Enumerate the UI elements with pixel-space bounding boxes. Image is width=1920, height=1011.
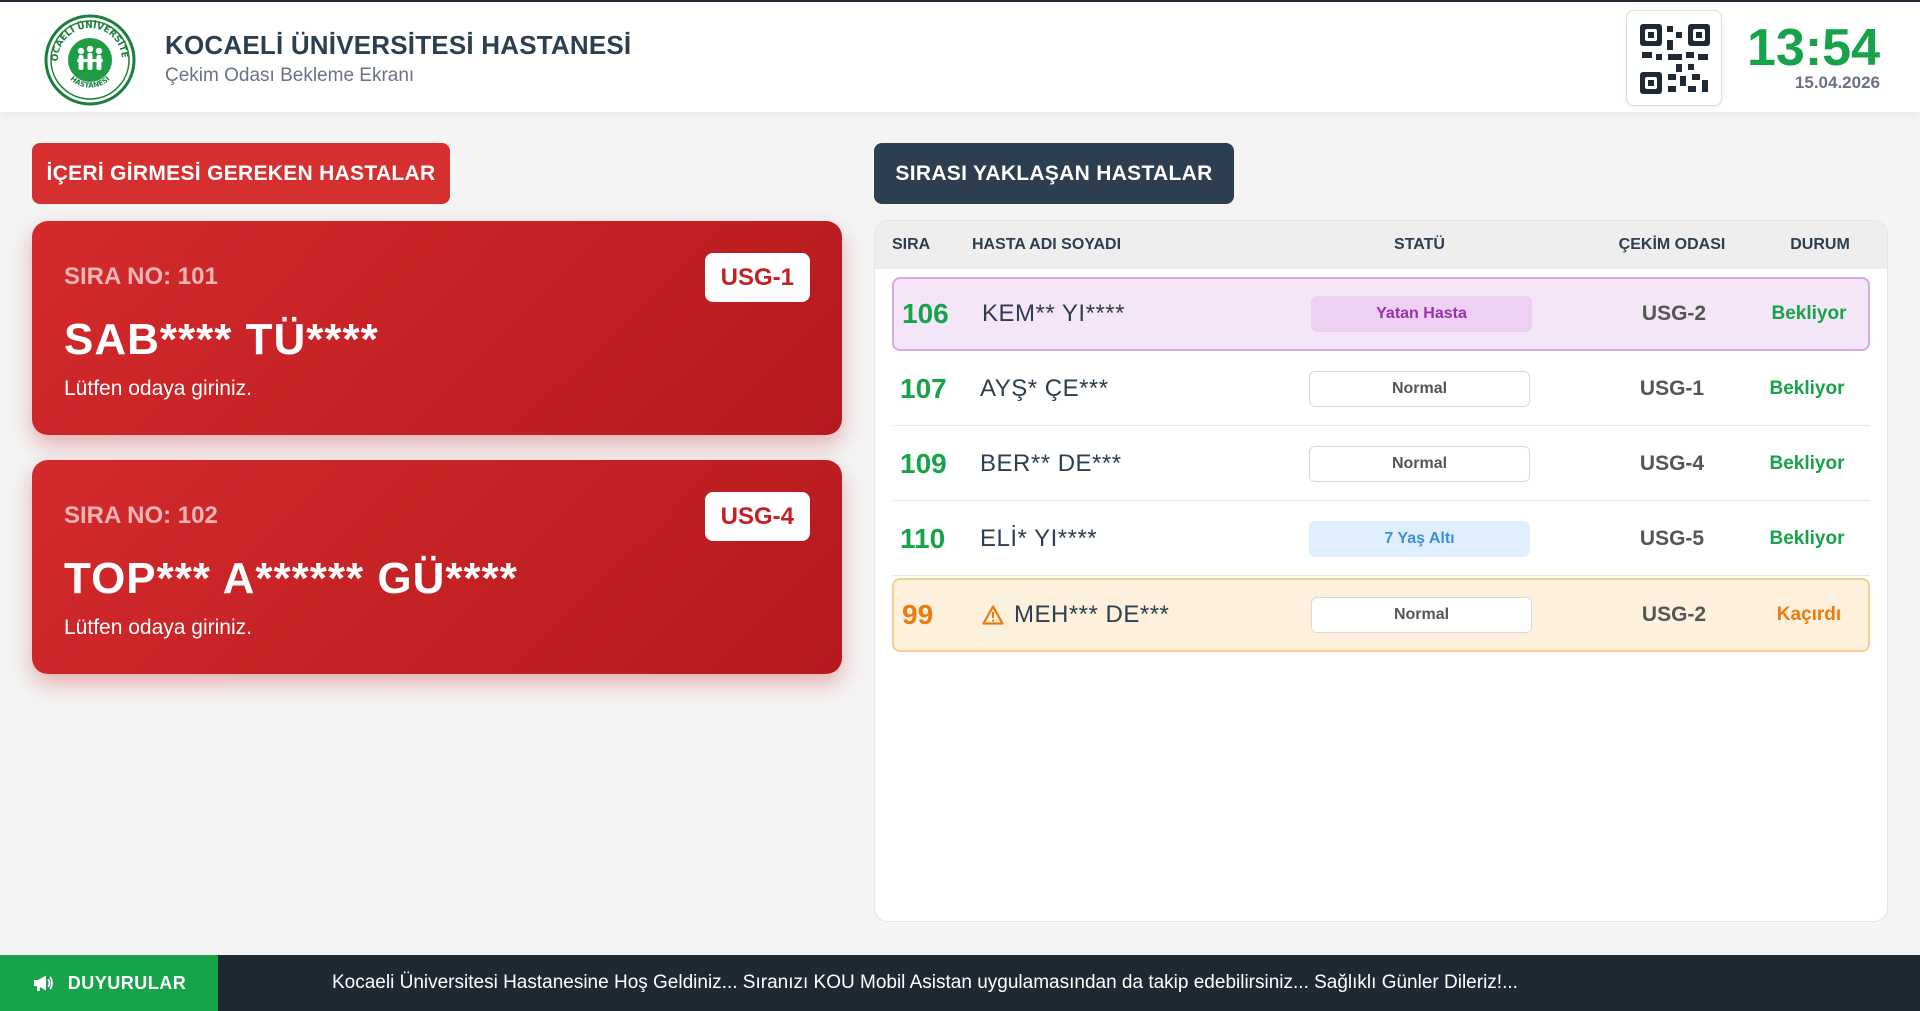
row-room: USG-4 bbox=[1639, 451, 1705, 475]
hospital-title: KOCAELİ ÜNİVERSİTESİ HASTANESİ bbox=[165, 30, 632, 60]
row-queue-number: 99 bbox=[902, 599, 934, 630]
table-row: 106 KEM** YI**** Yatan Hasta USG-2 Bekli… bbox=[892, 277, 1870, 351]
screen-subtitle: Çekim Odası Bekleme Ekranı bbox=[165, 65, 415, 86]
row-state: Bekliyor bbox=[1769, 452, 1845, 474]
queue-number: SIRA NO: 102 bbox=[64, 502, 218, 529]
row-queue-number: 110 bbox=[900, 522, 946, 554]
upcoming-patients-table: SIRA HASTA ADI SOYADI STATÜ ÇEKİM ODASI … bbox=[874, 220, 1888, 922]
clock-date: 15.04.2026 bbox=[1794, 73, 1880, 92]
row-patient-name: ELİ* YI**** bbox=[980, 524, 1098, 552]
table-row: 99 MEH*** DE*** Normal USG-2 Kaçırdı bbox=[892, 578, 1870, 652]
row-status-badge: Normal bbox=[1309, 445, 1530, 482]
row-patient-name-cell: MEH*** DE*** bbox=[982, 580, 1169, 650]
patient-name: SAB**** TÜ**** bbox=[64, 315, 379, 364]
upcoming-patients-title: SIRASI YAKLAŞAN HASTALAR bbox=[874, 143, 1234, 204]
row-status-badge: 7 Yaş Altı bbox=[1309, 520, 1530, 557]
clock-time: 13:54 bbox=[1747, 19, 1880, 77]
patient-name: TOP*** A****** GÜ**** bbox=[64, 554, 518, 603]
row-room: USG-2 bbox=[1641, 302, 1707, 325]
announcements-label: DUYURULAR bbox=[0, 955, 218, 1011]
table-header: SIRA HASTA ADI SOYADI STATÜ ÇEKİM ODASI … bbox=[875, 221, 1887, 269]
row-room: USG-5 bbox=[1639, 526, 1705, 550]
called-patients-title: İÇERİ GİRMESİ GEREKEN HASTALAR bbox=[32, 143, 450, 204]
row-room: USG-2 bbox=[1641, 603, 1707, 626]
row-status-badge: Normal bbox=[1311, 597, 1532, 633]
hospital-logo-icon: KOCAELİ ÜNİVERSİTESİ HASTANESİ bbox=[41, 6, 136, 106]
row-state: Kaçırdı bbox=[1776, 604, 1842, 625]
called-patient-card: SIRA NO: 101 USG-1 SAB**** TÜ**** Lütfen… bbox=[32, 221, 842, 435]
announcements-label-text: DUYURULAR bbox=[67, 972, 187, 993]
table-row: 110 ELİ* YI**** 7 Yaş Altı USG-5 Bekliyo… bbox=[892, 502, 1870, 576]
row-queue-number: 107 bbox=[900, 372, 947, 404]
row-status-badge: Normal bbox=[1309, 370, 1530, 407]
column-header-name: HASTA ADI SOYADI bbox=[972, 236, 1122, 253]
row-patient-name: AYŞ* ÇE*** bbox=[980, 374, 1109, 402]
warning-icon bbox=[982, 605, 1004, 625]
enter-room-message: Lütfen odaya giriniz. bbox=[64, 616, 252, 639]
row-state: Bekliyor bbox=[1769, 377, 1845, 399]
megaphone-icon bbox=[32, 974, 54, 992]
table-row: 109 BER** DE*** Normal USG-4 Bekliyor bbox=[892, 427, 1870, 501]
column-header-room: ÇEKİM ODASI bbox=[1618, 236, 1726, 253]
row-room: USG-1 bbox=[1639, 376, 1705, 400]
column-header-status: STATÜ bbox=[1394, 236, 1445, 253]
row-state: Bekliyor bbox=[1771, 303, 1847, 324]
row-state: Bekliyor bbox=[1769, 527, 1845, 549]
table-row: 107 AYŞ* ÇE*** Normal USG-1 Bekliyor bbox=[892, 352, 1870, 426]
column-header-sira: SIRA bbox=[892, 236, 931, 253]
row-queue-number: 109 bbox=[900, 447, 947, 479]
announcement-ticker: Kocaeli Üniversitesi Hastanesine Hoş Gel… bbox=[332, 972, 1518, 993]
announcements-bar: DUYURULAR Kocaeli Üniversitesi Hastanesi… bbox=[0, 955, 1920, 1011]
column-header-state: DURUM bbox=[1790, 236, 1850, 253]
room-badge: USG-4 bbox=[704, 492, 810, 541]
row-patient-name: KEM** YI**** bbox=[982, 300, 1125, 327]
row-patient-name: BER** DE*** bbox=[980, 449, 1122, 477]
called-patient-card: SIRA NO: 102 USG-4 TOP*** A****** GÜ****… bbox=[32, 460, 842, 674]
queue-number: SIRA NO: 101 bbox=[64, 263, 218, 290]
row-status-badge: Yatan Hasta bbox=[1311, 296, 1532, 332]
room-badge: USG-1 bbox=[704, 253, 810, 302]
enter-room-message: Lütfen odaya giriniz. bbox=[64, 377, 252, 400]
row-queue-number: 106 bbox=[902, 298, 949, 329]
header: KOCAELİ ÜNİVERSİTESİ HASTANESİ KOCAELİ Ü… bbox=[0, 0, 1920, 112]
row-patient-name: MEH*** DE*** bbox=[1014, 601, 1170, 628]
